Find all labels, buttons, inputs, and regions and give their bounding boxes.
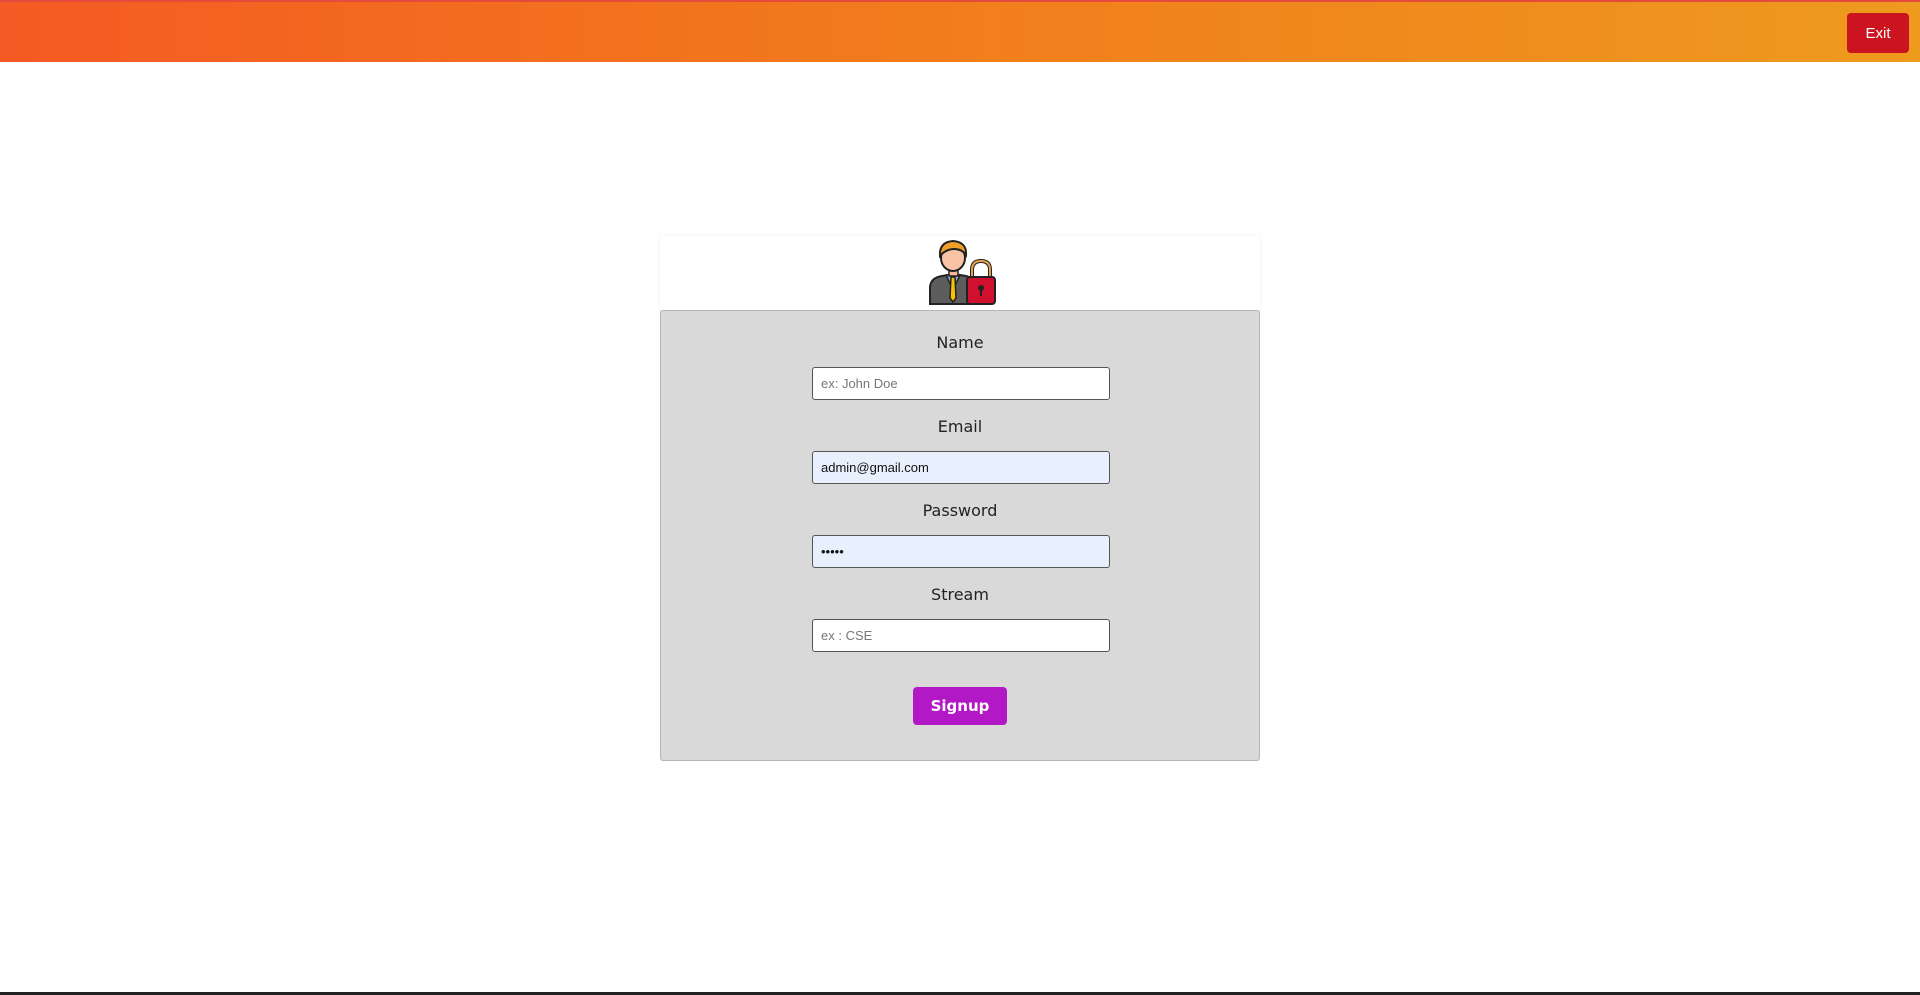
stream-field[interactable] — [812, 619, 1110, 652]
password-label: Password — [922, 501, 998, 520]
name-field[interactable] — [812, 367, 1110, 400]
name-label: Name — [936, 333, 984, 352]
password-field[interactable] — [812, 535, 1110, 568]
stream-label: Stream — [931, 585, 989, 604]
signup-button[interactable]: Signup — [913, 687, 1007, 725]
top-navbar: Exit — [0, 0, 1920, 62]
email-field[interactable] — [812, 451, 1110, 484]
email-label: Email — [937, 417, 983, 436]
user-lock-icon — [929, 239, 996, 305]
card-header — [660, 236, 1260, 310]
signup-form: Name Email Password Stream Signup — [660, 310, 1260, 761]
exit-button[interactable]: Exit — [1847, 13, 1909, 53]
